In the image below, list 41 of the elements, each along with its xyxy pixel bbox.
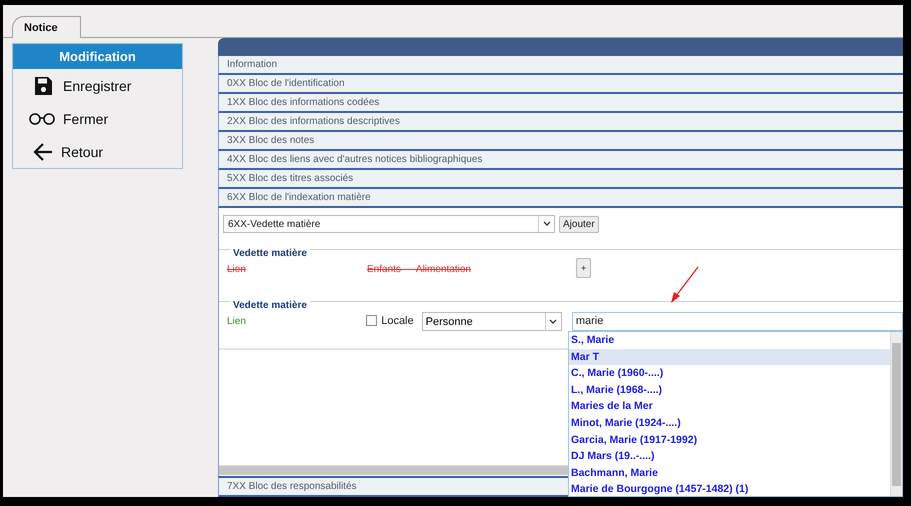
panel-title: Modification bbox=[13, 44, 182, 69]
chevron-down-icon bbox=[549, 318, 558, 324]
link-label: Lien bbox=[227, 316, 247, 327]
menu-item[interactable]: Retour bbox=[61, 144, 104, 160]
section-header[interactable]: 4XX Bloc des liens avec d'autres notices bibliographiques bbox=[218, 151, 903, 170]
save-icon[interactable] bbox=[33, 76, 55, 96]
back-arrow-icon[interactable] bbox=[33, 142, 53, 162]
section-header[interactable]: 2XX Bloc des informations descriptives bbox=[218, 113, 903, 132]
field-select[interactable]: 6XX-Vedette matière bbox=[223, 215, 555, 233]
menu-item[interactable]: Fermer bbox=[63, 110, 108, 126]
fieldset-legend: Vedette matière bbox=[230, 248, 310, 259]
section-header[interactable]: 1XX Bloc des informations codées bbox=[218, 94, 903, 113]
annotation-arrow bbox=[671, 266, 698, 303]
section-header[interactable]: 0XX Bloc de l'identification bbox=[218, 75, 903, 94]
suggestion-item[interactable]: L., Marie (1968-....) bbox=[569, 382, 890, 398]
fieldset-legend: Vedette matière bbox=[230, 300, 310, 311]
notice-tab[interactable]: Notice bbox=[12, 16, 81, 38]
chevron-down-icon bbox=[542, 221, 550, 227]
suggestion-item[interactable]: Garcia, Marie (1917-1992) bbox=[569, 432, 890, 448]
menu-item[interactable]: Enregistrer bbox=[63, 78, 132, 94]
section-header[interactable]: 6XX Bloc de l'indexation matière bbox=[218, 189, 903, 208]
locale-checkbox[interactable] bbox=[366, 315, 378, 326]
search-field[interactable]: marie bbox=[572, 312, 903, 331]
suggestion-item[interactable]: Minot, Marie (1924-....) bbox=[569, 414, 890, 432]
link-label: Lien bbox=[227, 264, 247, 275]
suggestion-item[interactable]: DJ Mars (19..-....) bbox=[569, 448, 890, 465]
suggestion-item[interactable]: Marie de Bourgogne (1457-1482) (1) bbox=[569, 481, 890, 497]
suggestion-item[interactable]: Maries de la Mer bbox=[569, 398, 890, 415]
glasses-icon[interactable] bbox=[29, 112, 55, 126]
section-header[interactable]: 5XX Bloc des titres associés bbox=[218, 170, 903, 189]
type-select[interactable]: Personne bbox=[422, 312, 562, 331]
suggestion-item[interactable]: C., Marie (1960-....) bbox=[569, 365, 890, 382]
section-header[interactable]: 3XX Bloc des notes bbox=[218, 132, 903, 151]
checkbox-label: Locale bbox=[381, 315, 414, 327]
vertical-scrollbar[interactable] bbox=[890, 332, 902, 496]
section-header[interactable]: Information bbox=[218, 56, 903, 75]
subject-heading: Enfants — Alimentation bbox=[367, 264, 472, 275]
suggestion-item[interactable]: S., Marie bbox=[569, 332, 890, 349]
add-button[interactable]: Ajouter bbox=[559, 216, 599, 232]
suggestion-item[interactable]: Mar T bbox=[569, 348, 890, 366]
add-button[interactable]: + bbox=[576, 258, 592, 278]
